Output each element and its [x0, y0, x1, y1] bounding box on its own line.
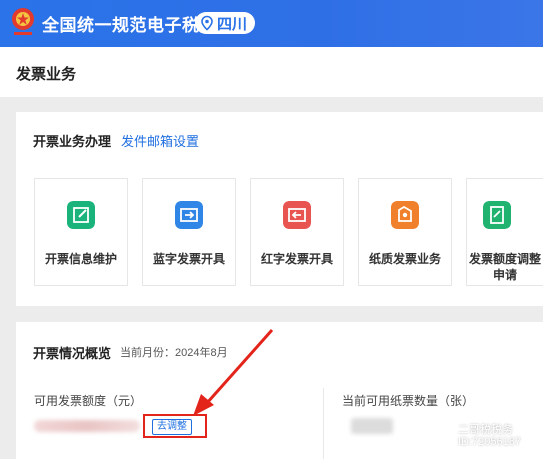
red-invoice-icon [283, 201, 311, 229]
divider [323, 388, 324, 459]
tile-paper-invoice[interactable]: 纸质发票业务 [358, 178, 452, 286]
overview-title: 开票情况概览 [33, 346, 112, 361]
quota-apply-icon [483, 201, 511, 229]
page-title: 发票业务 [16, 66, 77, 83]
blue-invoice-icon [175, 201, 203, 229]
tile-label: 红字发票开具 [260, 252, 333, 266]
mail-settings-link[interactable]: 发件邮箱设置 [121, 131, 199, 150]
tile-label: 纸质发票业务 [368, 252, 441, 266]
watermark-text: 二哥税税务 ID:72056187 [458, 424, 521, 448]
invoice-ops-title: 开票业务办理 [33, 134, 112, 149]
paper-invoice-count-label: 当前可用纸票数量（张） [342, 394, 475, 408]
national-emblem-icon [12, 8, 34, 35]
location-pin-icon [201, 15, 213, 31]
tile-invoice-info-maintain[interactable]: 开票信息维护 [34, 178, 128, 286]
page-header: 发票业务 [0, 47, 543, 97]
available-quota-label: 可用发票额度（元） [34, 394, 143, 408]
tile-red-invoice[interactable]: 红字发票开具 [250, 178, 344, 286]
region-selector[interactable]: 四川 [195, 12, 256, 34]
top-header-bar: 全国统一规范电子税务局 四川 [0, 0, 543, 47]
tile-quota-adjust-apply[interactable]: 发票额度调整 申请 [466, 178, 543, 286]
watermark: 二哥税税务 ID:72056187 [432, 424, 521, 448]
redacted-paper-count [351, 418, 393, 434]
watermark-line1: 二哥税税务 [458, 424, 513, 436]
adjust-quota-button[interactable]: 去调整 [152, 419, 192, 435]
invoice-operations-card: 开票业务办理 发件邮箱设置 开票信息维护 蓝字发票开具 红字发票开具 纸质发票业… [16, 112, 543, 306]
redacted-quota-value [34, 420, 140, 432]
paper-invoice-icon [391, 201, 419, 229]
edit-icon [67, 201, 95, 229]
current-month: 当前月份：2024年8月 [120, 347, 228, 359]
tile-label: 开票信息维护 [44, 252, 117, 266]
tile-label-multiline: 发票额度调整 申请 [460, 251, 543, 283]
watermark-logo-icon [432, 425, 454, 447]
tile-label: 蓝字发票开具 [152, 252, 225, 266]
tile-label-line1: 发票额度调整 [468, 252, 541, 266]
tile-label-line2: 申请 [492, 268, 517, 282]
watermark-line2: ID:72056187 [458, 436, 521, 448]
region-label: 四川 [217, 15, 248, 33]
tile-blue-invoice[interactable]: 蓝字发票开具 [142, 178, 236, 286]
